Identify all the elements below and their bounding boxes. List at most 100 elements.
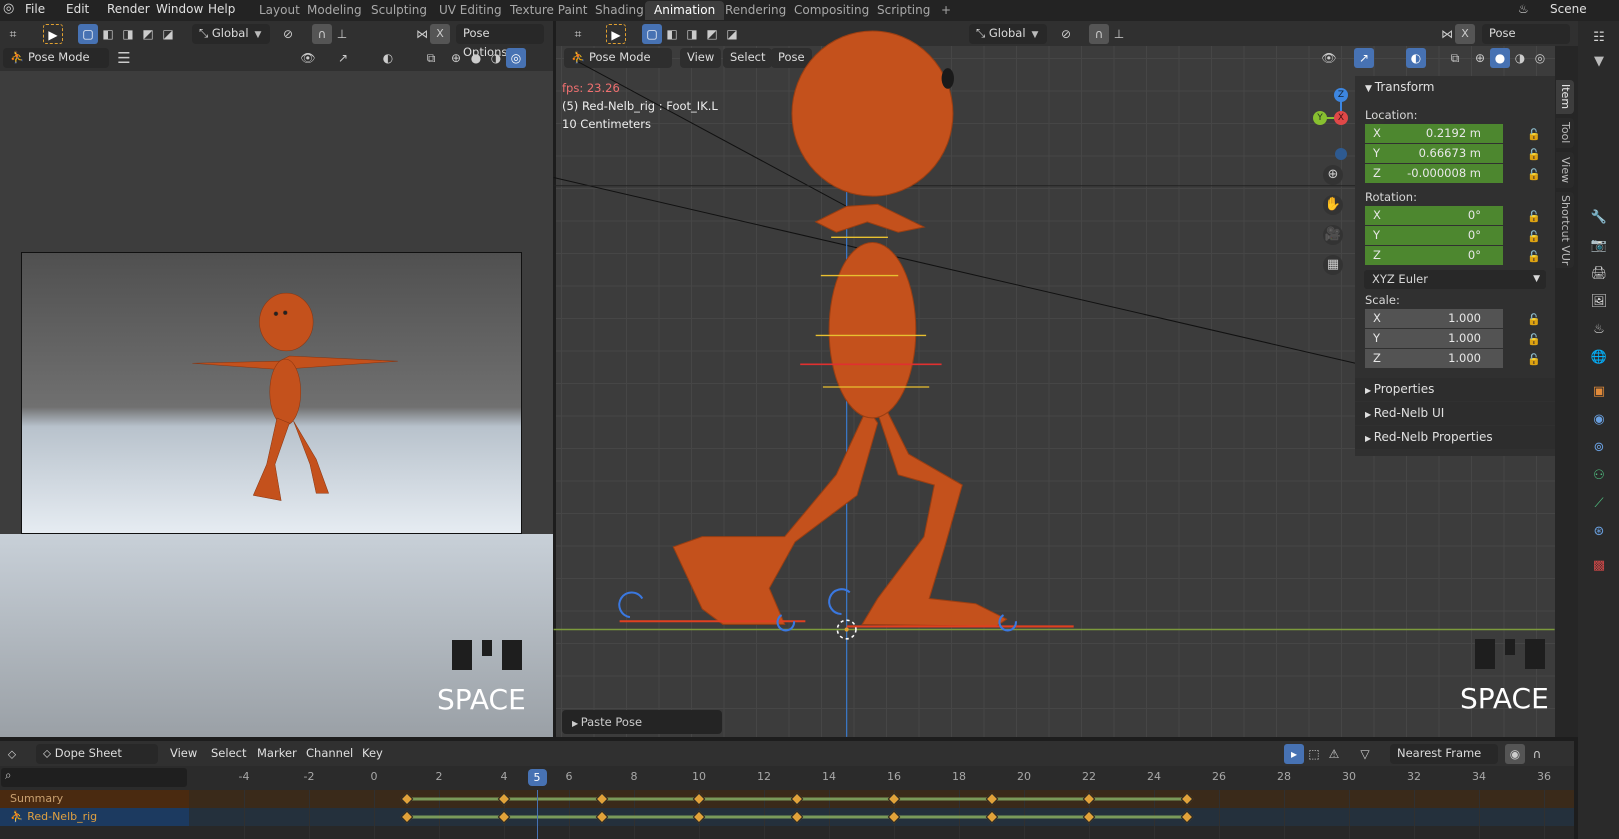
only-errors-icon[interactable]: ⚠ — [1324, 744, 1344, 764]
mirror-icon[interactable]: ⋈ — [1437, 24, 1457, 44]
tab-shading[interactable]: Shading — [586, 1, 653, 20]
select-mode-invert-icon[interactable]: ◩ — [138, 24, 158, 44]
menu-key[interactable]: Key — [362, 744, 383, 764]
tab-shortcut-vur[interactable]: Shortcut VUr — [1556, 192, 1574, 268]
pivot-icon[interactable]: ⊘ — [278, 24, 298, 44]
tab-rendering[interactable]: Rendering — [716, 1, 795, 20]
tab-texture-paint[interactable]: Texture Paint — [501, 1, 596, 20]
frame-ruler[interactable]: ⌕ -4 -2 0 2 4 6 8 10 12 14 16 18 20 22 24 26 28 30 32 34 36 5 — [0, 766, 1574, 790]
lock-icon[interactable]: 🔓 — [1527, 230, 1541, 243]
lock-icon[interactable]: 🔓 — [1527, 353, 1541, 366]
select-mode-subtract-icon[interactable]: ◨ — [682, 24, 702, 44]
constraints-icon[interactable]: ⊚ — [1590, 439, 1608, 457]
transform-panel-header[interactable]: ▼ Transform — [1355, 76, 1555, 99]
proportional-edit-icon[interactable]: ◉ — [1505, 744, 1525, 764]
menu-window[interactable]: Window — [156, 0, 203, 20]
lock-icon[interactable]: 🔓 — [1527, 250, 1541, 263]
solid-shading-icon[interactable]: ● — [466, 48, 486, 68]
rotation-y-field[interactable]: Y 0° — [1365, 226, 1503, 245]
select-mode-invert-icon[interactable]: ◩ — [702, 24, 722, 44]
rotation-z-field[interactable]: Z 0° — [1365, 246, 1503, 265]
tab-view[interactable]: View — [1556, 152, 1574, 188]
snap-increment-icon[interactable]: ⊥ — [1109, 24, 1129, 44]
snap-mode-dropdown[interactable]: Nearest Frame — [1390, 744, 1498, 764]
menu-view[interactable]: View — [680, 48, 722, 68]
orientation-dropdown[interactable]: ⤡ Global ▼ — [969, 24, 1047, 44]
menu-channel[interactable]: Channel — [306, 744, 353, 764]
bone-constraints-icon[interactable]: ⊛ — [1590, 523, 1608, 541]
y-axis-ball[interactable]: Y — [1313, 111, 1327, 125]
lock-icon[interactable]: 🔓 — [1527, 333, 1541, 346]
select-mode-extend-icon[interactable]: ◧ — [98, 24, 118, 44]
physics-icon[interactable]: ⚇ — [1590, 467, 1608, 485]
scale-x-field[interactable]: X 1.000 — [1365, 309, 1503, 328]
visibility-icon[interactable]: 👁 — [1319, 48, 1339, 68]
world-icon[interactable]: 🌐 — [1590, 349, 1608, 367]
last-operator-panel[interactable]: ▶ Paste Pose — [562, 710, 722, 734]
bone-icon[interactable]: ⟋ — [1590, 495, 1608, 513]
x-axis-ball[interactable]: X — [1334, 111, 1348, 125]
wireframe-shading-icon[interactable]: ⊕ — [1470, 48, 1490, 68]
xray-icon[interactable]: ⧉ — [421, 48, 441, 68]
editor-type-icon[interactable]: ⌗ — [568, 24, 588, 44]
pose-options-dropdown[interactable]: Pose Options — [1482, 24, 1570, 59]
overlay-icon[interactable]: ◐ — [378, 48, 398, 68]
mirror-icon[interactable]: ⋈ — [412, 24, 432, 44]
editor-type-icon[interactable]: ⌗ — [3, 24, 23, 44]
dopesheet-body[interactable]: Summary ⛹ Red-Nelb_rig — [0, 790, 1574, 839]
gizmo-icon[interactable]: ↗ — [1354, 48, 1374, 68]
select-tool-icon[interactable]: ▶ — [43, 24, 63, 44]
menu-pose[interactable]: Pose — [771, 48, 812, 68]
tab-item[interactable]: Item — [1556, 80, 1574, 114]
texture-icon[interactable]: ▩ — [1590, 557, 1608, 575]
select-mode-extend-icon[interactable]: ◧ — [662, 24, 682, 44]
menu-select[interactable]: Select — [723, 48, 773, 68]
scale-z-field[interactable]: Z 1.000 — [1365, 349, 1503, 368]
outliner-icon[interactable]: ☷ — [1590, 29, 1608, 47]
tab-animation[interactable]: Animation — [645, 1, 725, 20]
select-mode-new-icon[interactable]: ▢ — [78, 24, 98, 44]
filter-icon[interactable]: ▽ — [1355, 744, 1375, 764]
blender-logo-icon[interactable]: ◎ — [3, 1, 14, 16]
snap-increment-icon[interactable]: ⊥ — [332, 24, 352, 44]
location-x-field[interactable]: X 0.2192 m — [1365, 124, 1503, 143]
dopesheet-mode-dropdown[interactable]: ⬦ Dope Sheet — [36, 744, 158, 764]
material-shading-icon[interactable]: ◑ — [1510, 48, 1530, 68]
lock-icon[interactable]: 🔓 — [1527, 148, 1541, 161]
select-mode-new-icon[interactable]: ▢ — [642, 24, 662, 44]
menu-edit[interactable]: Edit — [66, 0, 89, 20]
editor-type-icon[interactable]: ⬦ — [2, 744, 22, 764]
falloff-icon[interactable]: ∩ — [1527, 744, 1547, 764]
select-mode-intersect-icon[interactable]: ◪ — [722, 24, 742, 44]
lock-icon[interactable]: 🔓 — [1527, 128, 1541, 141]
select-mode-intersect-icon[interactable]: ◪ — [158, 24, 178, 44]
menu-render[interactable]: Render — [107, 0, 150, 20]
channel-search-input[interactable]: ⌕ — [1, 768, 187, 787]
menu-file[interactable]: File — [25, 0, 45, 20]
solid-shading-icon[interactable]: ● — [1490, 48, 1510, 68]
channel-summary[interactable]: Summary — [0, 790, 189, 808]
playhead-line[interactable] — [536, 790, 538, 839]
tool-settings-icon[interactable]: 🔧 — [1590, 209, 1608, 227]
grid-icon[interactable]: ▦ — [1323, 255, 1343, 275]
z-axis-ball[interactable]: Z — [1334, 88, 1348, 102]
current-frame-indicator[interactable]: 5 — [527, 769, 547, 786]
view-layer-icon[interactable]: 🖼 — [1590, 293, 1608, 311]
menu-marker[interactable]: Marker — [257, 744, 297, 764]
overlay-icon[interactable]: ◐ — [1406, 48, 1426, 68]
tab-compositing[interactable]: Compositing — [785, 1, 878, 20]
render-properties-icon[interactable]: 📷 — [1590, 237, 1608, 255]
select-mode-subtract-icon[interactable]: ◨ — [118, 24, 138, 44]
rotation-x-field[interactable]: X 0° — [1365, 206, 1503, 225]
x-mirror-toggle[interactable]: X — [430, 24, 450, 44]
add-workspace-button[interactable]: + — [932, 1, 960, 20]
location-z-field[interactable]: Z -0.000008 m — [1365, 164, 1503, 183]
modifier-icon[interactable]: ◉ — [1590, 411, 1608, 429]
filter-icon[interactable]: ▼ — [1590, 53, 1608, 71]
zoom-icon[interactable]: ⊕ — [1323, 165, 1343, 185]
gizmo-icon[interactable]: ↗ — [333, 48, 353, 68]
menu-select[interactable]: Select — [211, 744, 246, 764]
rotation-mode-dropdown[interactable]: XYZ Euler ▼ — [1364, 270, 1546, 289]
red-nelb-ui-panel-header[interactable]: ▶ Red-Nelb UI — [1355, 402, 1555, 425]
mode-dropdown[interactable]: ⛹ Pose Mode — [564, 48, 672, 68]
